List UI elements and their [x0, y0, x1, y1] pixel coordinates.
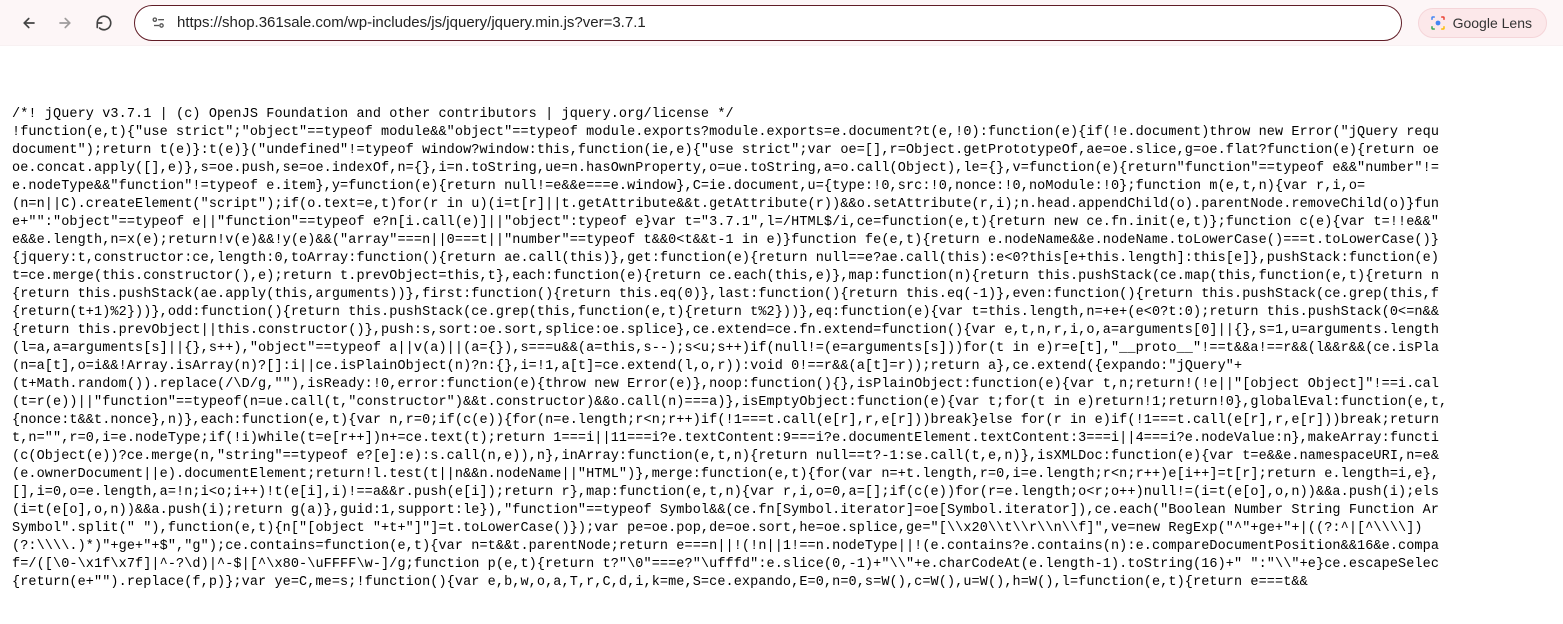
source-code-text[interactable]: /*! jQuery v3.7.1 | (c) OpenJS Foundatio… — [12, 106, 1551, 592]
google-lens-label: Google Lens — [1453, 15, 1532, 31]
url-text[interactable]: https://shop.361sale.com/wp-includes/js/… — [177, 14, 1391, 31]
browser-toolbar: https://shop.361sale.com/wp-includes/js/… — [0, 0, 1563, 46]
content-top-gap — [0, 46, 1563, 106]
address-bar[interactable]: https://shop.361sale.com/wp-includes/js/… — [134, 5, 1402, 41]
forward-button[interactable] — [50, 7, 82, 39]
reload-button[interactable] — [88, 7, 120, 39]
site-info-icon[interactable] — [145, 10, 173, 36]
back-button[interactable] — [12, 7, 44, 39]
google-lens-button[interactable]: Google Lens — [1418, 8, 1547, 38]
lens-icon — [1429, 14, 1447, 32]
page-content: /*! jQuery v3.7.1 | (c) OpenJS Foundatio… — [0, 106, 1563, 592]
